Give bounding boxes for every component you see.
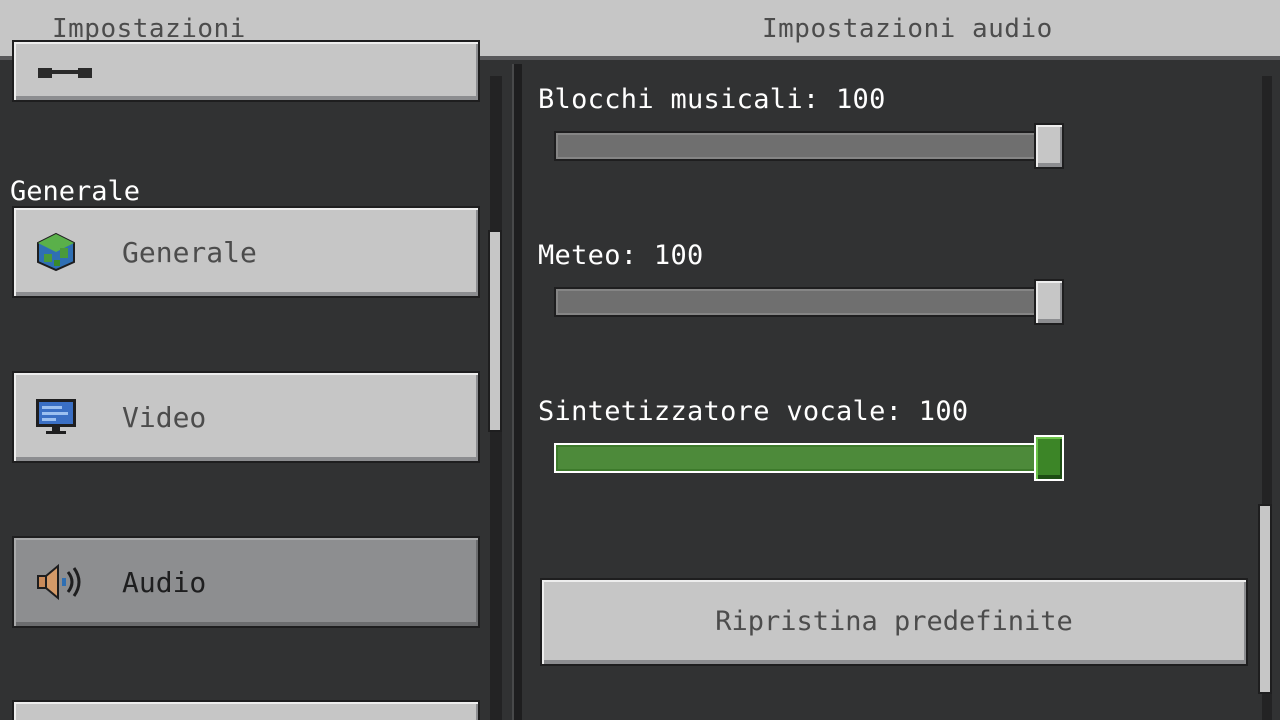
sidebar-item-label: Video <box>122 401 207 434</box>
sidebar-item-audio[interactable]: Audio <box>12 536 480 628</box>
monitor-icon <box>36 399 76 434</box>
globe-icon <box>37 232 75 272</box>
weather-slider-track[interactable] <box>554 287 1042 317</box>
sidebar-item-label: Audio <box>122 566 207 599</box>
music-blocks-slider-thumb[interactable] <box>1034 123 1064 169</box>
speaker-icon <box>37 563 81 601</box>
reset-defaults-label: Ripristina predefinite <box>715 606 1073 637</box>
panel-scrollbar-thumb[interactable] <box>1258 504 1272 694</box>
controller-icon <box>38 68 92 78</box>
text-to-speech-label: Sintetizzatore vocale: 100 <box>538 396 969 427</box>
weather-slider-thumb[interactable] <box>1034 279 1064 325</box>
sidebar-scrollbar-thumb[interactable] <box>488 230 502 432</box>
audio-settings-title: Impostazioni audio <box>762 14 1053 44</box>
sidebar-item-general[interactable]: Generale <box>12 206 480 298</box>
music-blocks-slider-track[interactable] <box>554 131 1042 161</box>
sidebar-item-next[interactable] <box>12 700 480 720</box>
settings-screen: Impostazioni Impostazioni audio Generale… <box>0 0 1280 720</box>
sidebar-item-label: Generale <box>122 236 257 269</box>
music-blocks-label: Blocchi musicali: 100 <box>538 84 886 115</box>
text-to-speech-slider-track[interactable] <box>554 443 1042 473</box>
pane-divider <box>512 64 522 720</box>
weather-label: Meteo: 100 <box>538 240 704 271</box>
sidebar-item-video[interactable]: Video <box>12 371 480 463</box>
sidebar-item-controls[interactable] <box>12 40 480 102</box>
section-title-general: Generale <box>10 176 141 207</box>
text-to-speech-slider-thumb[interactable] <box>1034 435 1064 481</box>
reset-defaults-button[interactable]: Ripristina predefinite <box>540 578 1248 666</box>
